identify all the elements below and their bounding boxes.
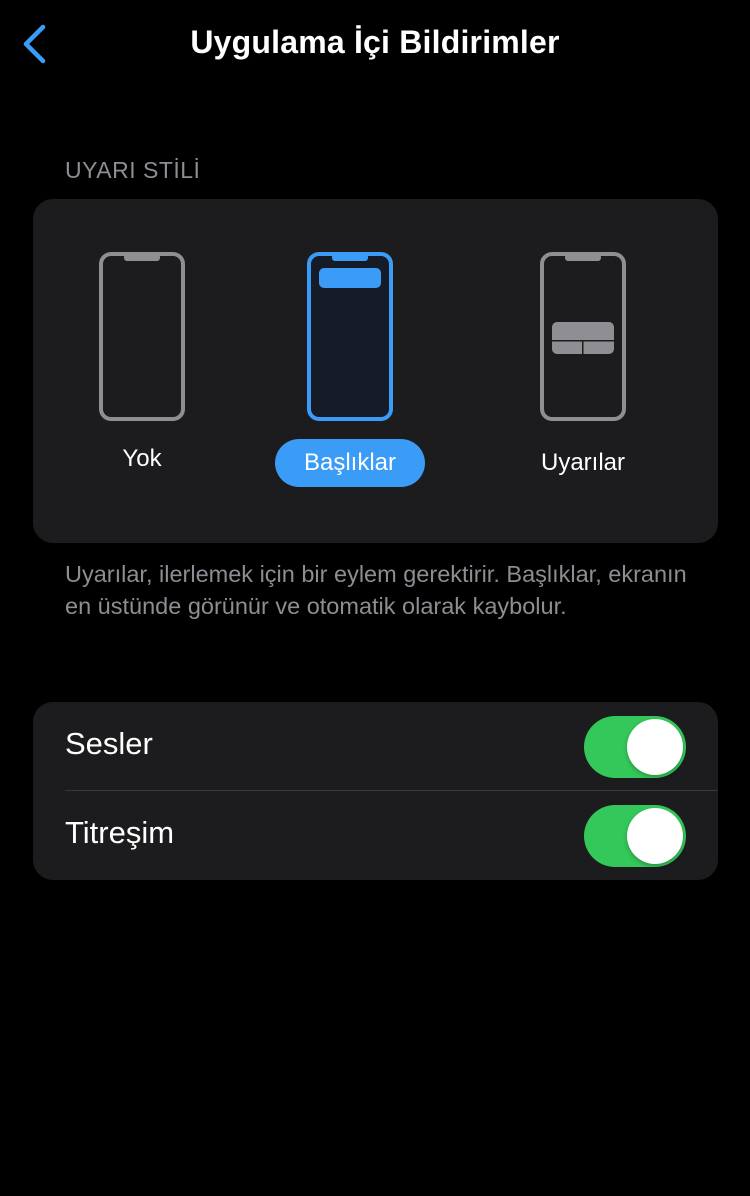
alert-style-option-banners[interactable]: Başlıklar xyxy=(250,199,450,543)
alert-style-label-banners: Başlıklar xyxy=(275,439,425,487)
alert-style-label-alerts: Uyarılar xyxy=(540,449,625,476)
toggle-card: Sesler Titreşim xyxy=(33,702,718,880)
alert-style-label-none: Yok xyxy=(122,445,162,472)
alert-style-option-none[interactable]: Yok xyxy=(42,199,242,543)
page-title: Uygulama İçi Bildirimler xyxy=(190,24,560,60)
sounds-toggle[interactable] xyxy=(584,716,686,778)
alert-style-card: Yok Başlıklar Uyarılar xyxy=(33,199,718,543)
sounds-label: Sesler xyxy=(65,726,153,761)
vibration-label: Titreşim xyxy=(65,815,175,850)
settings-row-vibration: Titreşim xyxy=(33,791,718,880)
phone-none-icon xyxy=(99,252,185,421)
alert-style-option-alerts[interactable]: Uyarılar xyxy=(483,199,683,543)
vibration-toggle[interactable] xyxy=(584,805,686,867)
alert-style-description: Uyarılar, ilerlemek için bir eylem gerek… xyxy=(65,561,687,619)
section-header-alert-style: UYARI STİLİ xyxy=(65,157,201,183)
sounds-toggle-knob xyxy=(627,719,683,775)
phone-banner-icon xyxy=(307,252,393,421)
navigation-bar: Uygulama İçi Bildirimler xyxy=(0,0,750,88)
phone-alert-icon xyxy=(540,252,626,421)
vibration-toggle-knob xyxy=(627,808,683,864)
settings-row-sounds: Sesler xyxy=(33,702,718,791)
